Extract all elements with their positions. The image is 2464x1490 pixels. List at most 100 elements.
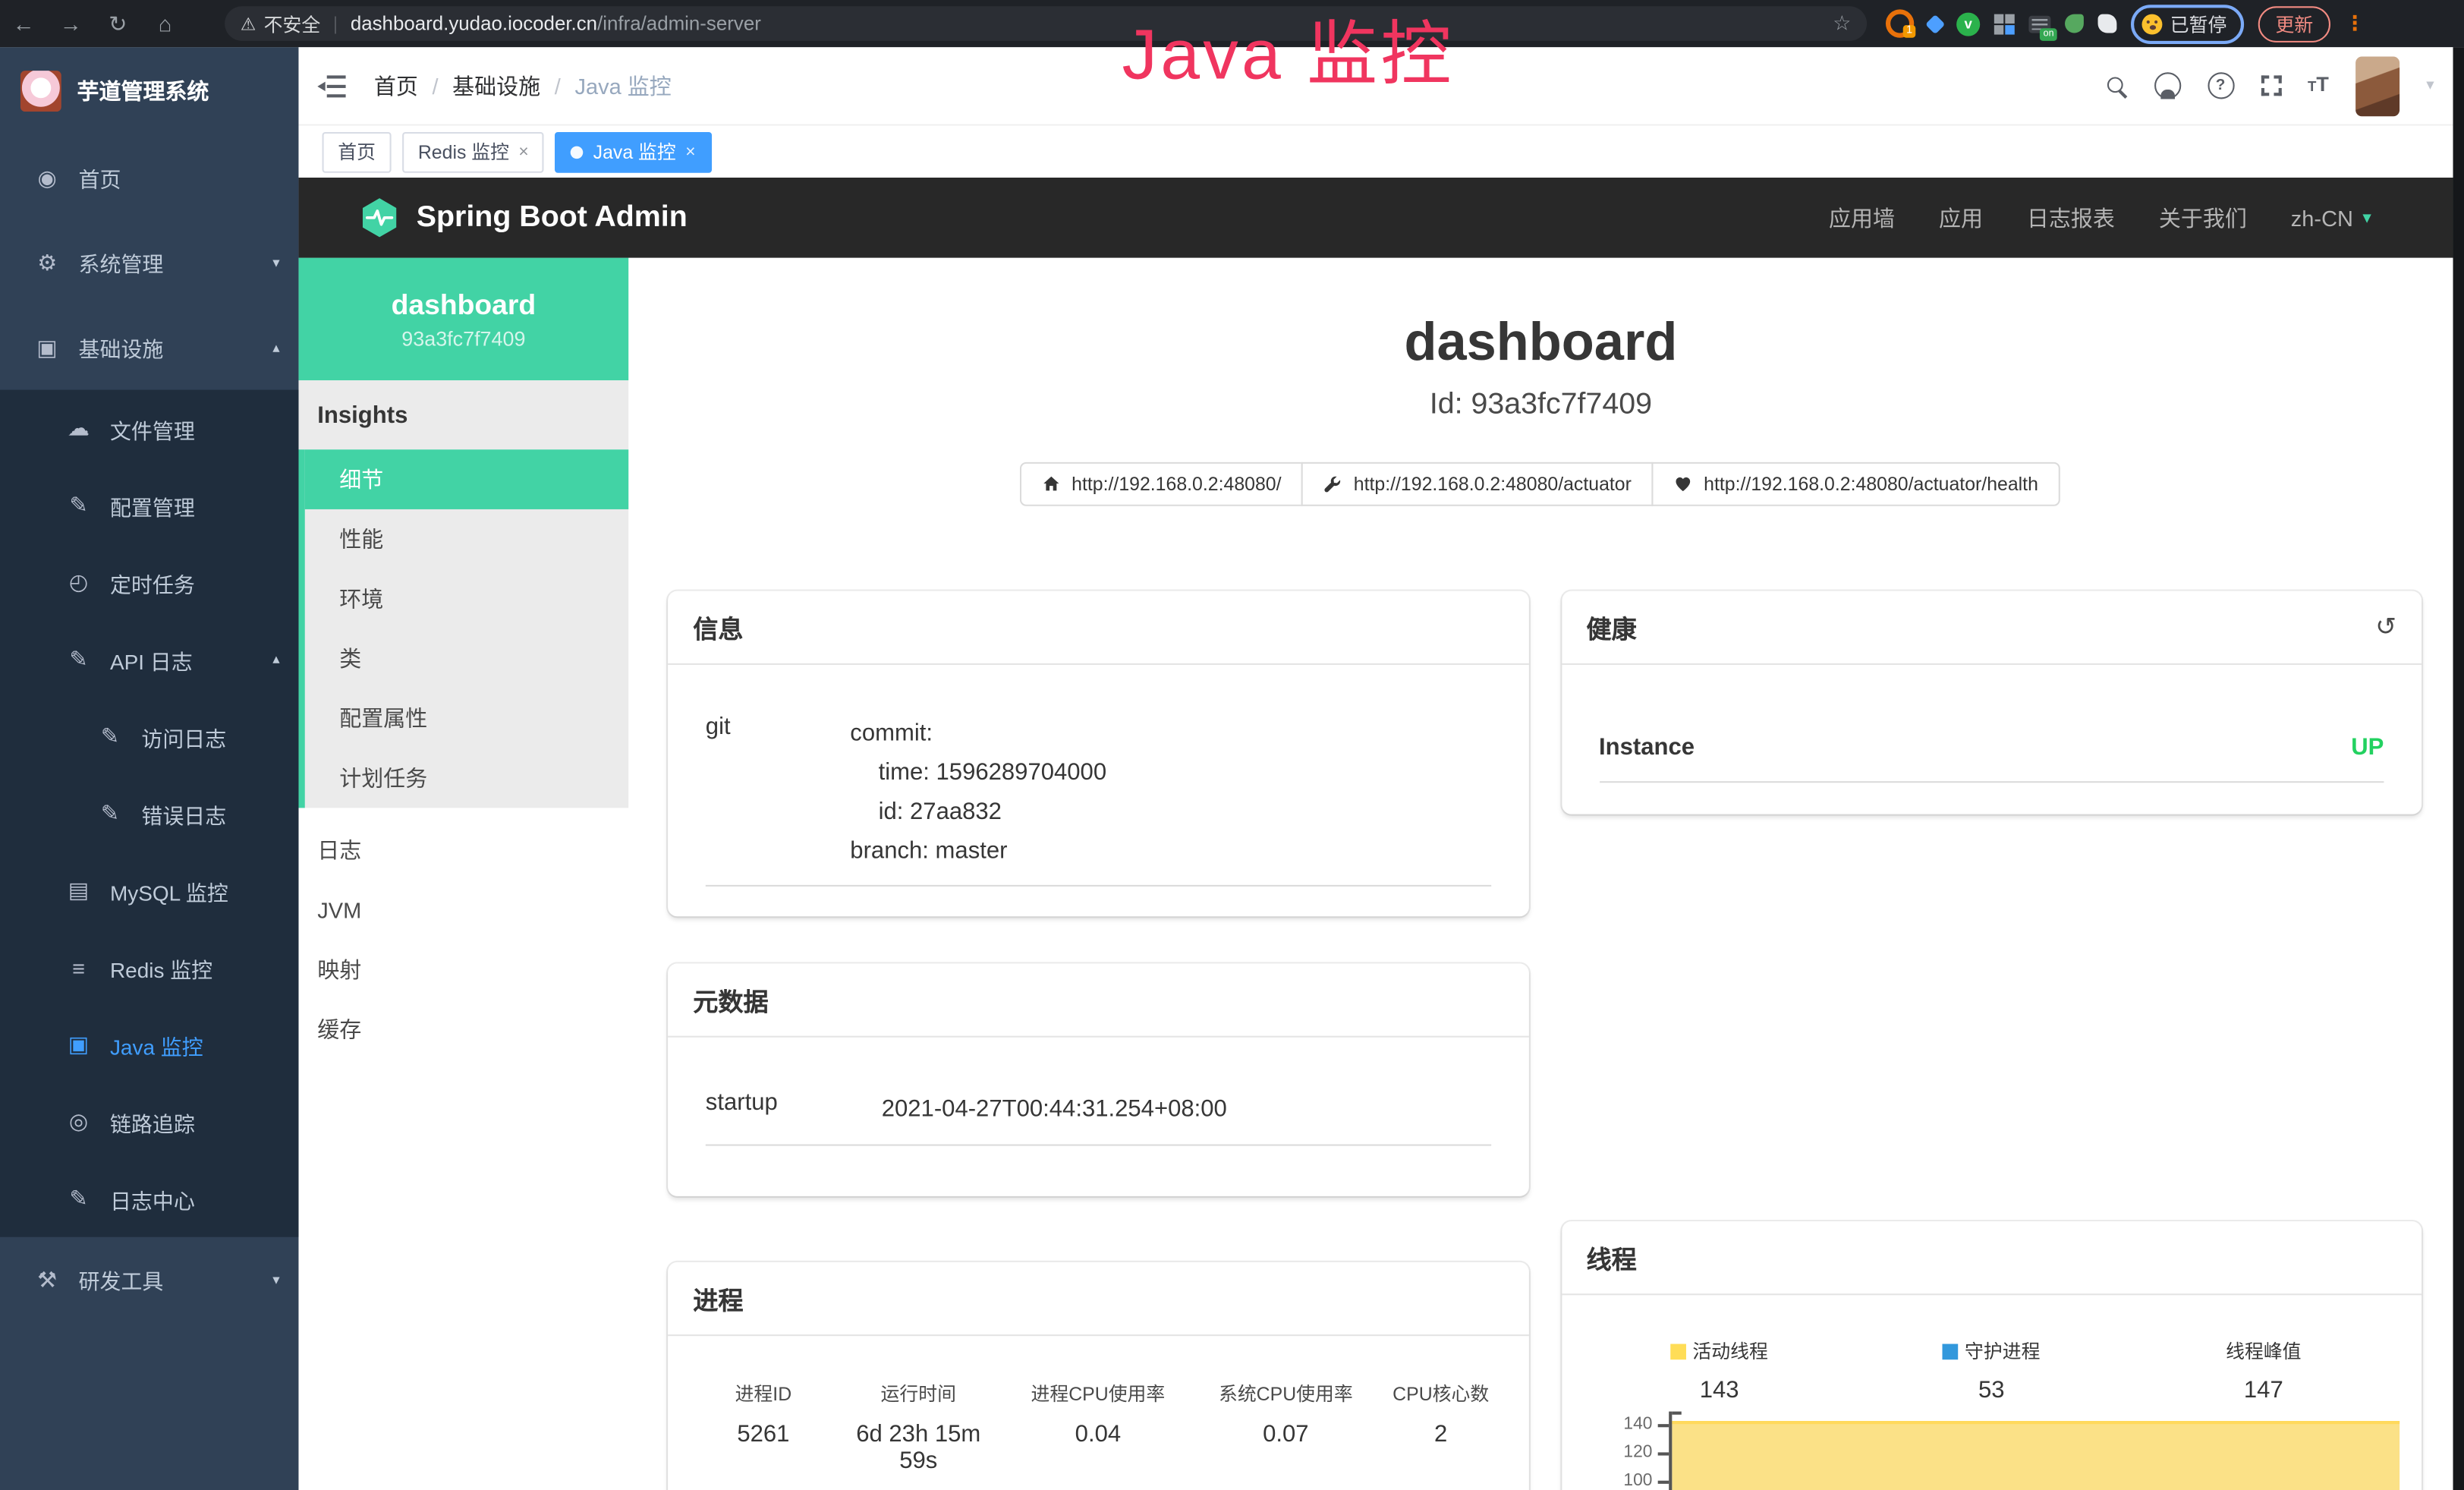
url-host[interactable]: dashboard.yudao.iocoder.cn bbox=[351, 13, 597, 35]
instance-links: http://192.168.0.2:48080/ http://192.168… bbox=[628, 462, 2453, 506]
sba-menu-mappings[interactable]: 映射 bbox=[298, 940, 628, 1000]
sidebar-item-api-logs[interactable]: ✎ API 日志 ▴ bbox=[0, 621, 298, 698]
y-tickmark bbox=[1657, 1424, 1668, 1427]
breadcrumb-home[interactable]: 首页 bbox=[374, 70, 418, 101]
instance-hero: dashboard Id: 93a3fc7f7409 bbox=[628, 258, 2453, 423]
actuator-url-button[interactable]: http://192.168.0.2:48080/actuator bbox=[1301, 462, 1653, 506]
bookmark-star-icon[interactable]: ☆ bbox=[1833, 11, 1851, 36]
sidebar-item-java-monitor[interactable]: ▣ Java 监控 bbox=[0, 1006, 298, 1082]
sba-instance-name: dashboard bbox=[298, 288, 628, 321]
extension-green-icon[interactable]: v bbox=[1956, 12, 1980, 36]
sidebar-item-file-mgmt[interactable]: ☁ 文件管理 bbox=[0, 390, 298, 467]
sba-language-select[interactable]: zh-CN ▾ bbox=[2291, 205, 2371, 230]
sba-instance-header[interactable]: dashboard 93a3fc7f7409 bbox=[298, 258, 628, 381]
sba-menu-details[interactable]: 细节 bbox=[305, 449, 629, 509]
process-card: 进程 进程ID 运行时间 进程CPU使用率 系统CPU使用率 CPU核心数 52… bbox=[668, 1262, 1528, 1490]
threads-legend: 活动线程 守护进程 线程峰值 bbox=[1583, 1337, 2399, 1364]
paused-profile-chip[interactable]: 已暂停 bbox=[2131, 4, 2244, 43]
sba-nav-journal[interactable]: 日志报表 bbox=[2027, 202, 2115, 233]
sidebar-item-redis-monitor[interactable]: ≡ Redis 监控 bbox=[0, 929, 298, 1006]
sba-menu-classes[interactable]: 类 bbox=[305, 628, 629, 688]
address-bar[interactable]: ⚠ 不安全 | dashboard.yudao.iocoder.cn /infr… bbox=[225, 6, 1867, 41]
extension-grid-icon[interactable] bbox=[1994, 14, 2015, 34]
dashboard-icon: ◉ bbox=[35, 164, 60, 191]
tab-redis-monitor[interactable]: Redis 监控 × bbox=[402, 131, 544, 172]
tab-home[interactable]: 首页 bbox=[323, 131, 392, 172]
sidebar-item-label: 系统管理 bbox=[79, 247, 164, 278]
sidebar-item-config-mgmt[interactable]: ✎ 配置管理 bbox=[0, 467, 298, 543]
browser-back-icon[interactable]: ← bbox=[0, 11, 47, 36]
instance-url-button[interactable]: http://192.168.0.2:48080/ bbox=[1020, 462, 1304, 506]
sidebar-collapse-icon[interactable] bbox=[317, 74, 345, 96]
y-tickmark bbox=[1657, 1481, 1668, 1484]
fullscreen-icon[interactable] bbox=[2261, 75, 2281, 96]
tab-java-monitor[interactable]: Java 监控 × bbox=[555, 131, 711, 172]
cards-left-column: 信息 git commit: time: 1596289704000 id: 2… bbox=[668, 591, 1528, 1490]
sidebar-item-tracing[interactable]: ◎ 链路追踪 bbox=[0, 1083, 298, 1160]
url-path[interactable]: /infra/admin-server bbox=[597, 13, 761, 35]
edit-icon: ✎ bbox=[97, 800, 122, 827]
browser-home-icon[interactable]: ⌂ bbox=[141, 11, 188, 36]
user-avatar[interactable] bbox=[2355, 56, 2399, 116]
sidebar-item-system[interactable]: ⚙ 系统管理 ▾ bbox=[0, 220, 298, 305]
sidebar-item-mysql-monitor[interactable]: ▤ MySQL 监控 bbox=[0, 852, 298, 928]
window-scrollbar[interactable] bbox=[2453, 47, 2464, 1490]
paused-label: 已暂停 bbox=[2170, 10, 2227, 36]
sba-nav-applications[interactable]: 应用 bbox=[1939, 202, 1983, 233]
health-url-button[interactable]: http://192.168.0.2:48080/actuator/health bbox=[1652, 462, 2060, 506]
font-size-icon[interactable]: TT bbox=[2308, 74, 2329, 97]
sba-sidebar: dashboard 93a3fc7f7409 Insights 细节 性能 环境… bbox=[298, 258, 628, 1490]
search-icon[interactable] bbox=[2105, 74, 2127, 96]
browser-menu-icon[interactable]: ⋮ bbox=[2345, 11, 2365, 36]
sidebar-item-infra[interactable]: ▣ 基础设施 ▴ bbox=[0, 305, 298, 390]
process-col-pid: 进程ID bbox=[690, 1380, 837, 1407]
security-label[interactable]: 不安全 bbox=[264, 10, 321, 36]
extension-list-icon[interactable]: on bbox=[2028, 15, 2050, 33]
chrome-update-button[interactable]: 更新 bbox=[2258, 5, 2330, 42]
sba-menu-scheduled-tasks[interactable]: 计划任务 bbox=[305, 748, 629, 808]
sba-menu-logs[interactable]: 日志 bbox=[298, 821, 628, 880]
extension-pin-icon[interactable] bbox=[1925, 14, 1945, 33]
sba-nav: 应用墙 应用 日志报表 关于我们 zh-CN ▾ bbox=[1829, 202, 2371, 233]
browser-forward-icon[interactable]: → bbox=[47, 11, 94, 36]
sidebar-item-access-logs[interactable]: ✎ 访问日志 bbox=[0, 698, 298, 774]
security-warning-icon[interactable]: ⚠ bbox=[241, 14, 256, 34]
extension-orange-icon[interactable]: 1 bbox=[1886, 9, 1914, 37]
screenshot-stage: ← → ↻ ⌂ ⚠ 不安全 | dashboard.yudao.iocoder.… bbox=[0, 0, 2464, 1490]
avatar-caret-icon[interactable]: ▾ bbox=[2426, 77, 2434, 94]
sba-menu-config-props[interactable]: 配置属性 bbox=[305, 688, 629, 748]
help-icon[interactable]: ? bbox=[2207, 72, 2233, 99]
threads-card: 线程 活动线程 守护进程 线程峰值 143 53 147 bbox=[1561, 1221, 2422, 1490]
sidebar-item-label: 配置管理 bbox=[110, 490, 195, 521]
sidebar-item-home[interactable]: ◉ 首页 bbox=[0, 135, 298, 220]
health-card-title: 健康 bbox=[1586, 608, 1636, 646]
sidebar-item-error-logs[interactable]: ✎ 错误日志 bbox=[0, 775, 298, 852]
sba-group-insights[interactable]: Insights bbox=[298, 380, 628, 449]
sidebar-item-label: 研发工具 bbox=[79, 1264, 164, 1295]
history-icon[interactable]: ↺ bbox=[2375, 612, 2396, 643]
sidebar-item-log-center[interactable]: ✎ 日志中心 bbox=[0, 1160, 298, 1236]
sba-menu-caches[interactable]: 缓存 bbox=[298, 1000, 628, 1060]
breadcrumb-infra[interactable]: 基础设施 bbox=[452, 70, 540, 101]
github-icon[interactable] bbox=[2154, 72, 2180, 99]
tab-close-icon[interactable]: × bbox=[685, 142, 695, 161]
sba-menu-jvm[interactable]: JVM bbox=[298, 880, 628, 940]
sba-brand[interactable]: Spring Boot Admin bbox=[358, 197, 688, 239]
sba-menu-metrics[interactable]: 性能 bbox=[305, 509, 629, 569]
tab-close-icon[interactable]: × bbox=[518, 142, 528, 161]
app-title: 芋道管理系统 bbox=[77, 75, 209, 106]
extensions-puzzle-icon[interactable] bbox=[2098, 14, 2117, 33]
tab-label: Java 监控 bbox=[593, 138, 676, 165]
sidebar-item-scheduled-jobs[interactable]: ◴ 定时任务 bbox=[0, 543, 298, 620]
sba-nav-about[interactable]: 关于我们 bbox=[2159, 202, 2247, 233]
metadata-row-startup: startup 2021-04-27T00:44:31.254+08:00 bbox=[706, 1089, 1490, 1129]
sidebar-item-dev-tools[interactable]: ⚒ 研发工具 ▾ bbox=[0, 1237, 298, 1322]
health-key: Instance bbox=[1599, 734, 1695, 761]
sba-menu-environment[interactable]: 环境 bbox=[305, 569, 629, 629]
threads-card-body: 活动线程 守护进程 线程峰值 143 53 147 140 1 bbox=[1561, 1295, 2422, 1490]
wrench-icon bbox=[1323, 474, 1342, 493]
browser-reload-icon[interactable]: ↻ bbox=[94, 10, 141, 36]
extension-leaf-icon[interactable] bbox=[2065, 14, 2084, 33]
process-pid-value: 5261 bbox=[690, 1421, 837, 1474]
sba-nav-wallboard[interactable]: 应用墙 bbox=[1829, 202, 1895, 233]
